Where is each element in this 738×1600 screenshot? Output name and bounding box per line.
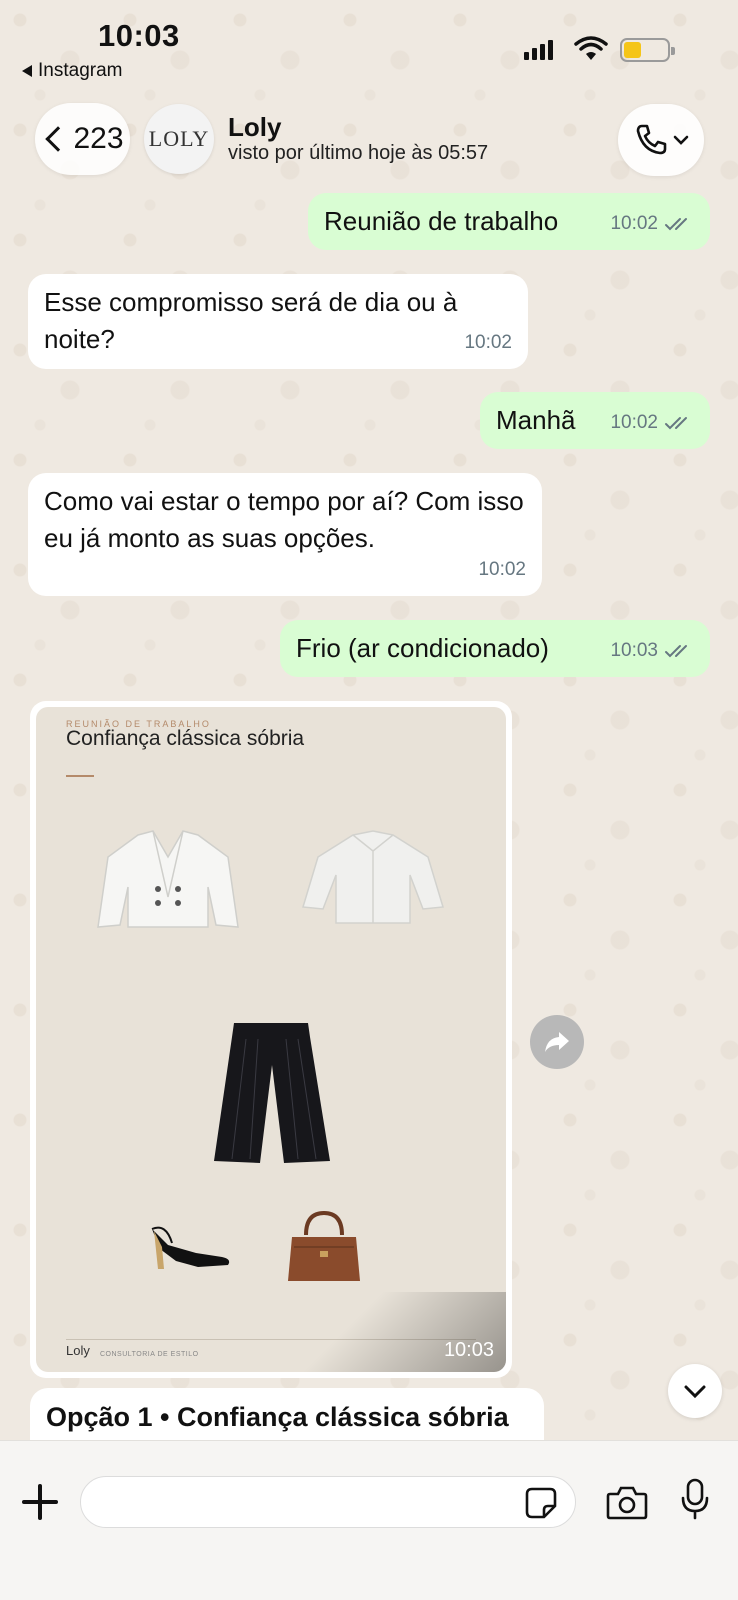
unread-count: 223 <box>73 122 124 155</box>
wifi-icon <box>574 36 608 60</box>
message-time: 10:02 <box>478 559 526 580</box>
image-brand-subtitle: CONSULTORIA DE ESTILO <box>100 1351 199 1358</box>
handbag-icon <box>288 1210 360 1281</box>
message-time: 10:02 <box>610 213 658 234</box>
cellular-signal-icon <box>524 40 553 60</box>
contact-name[interactable]: Loly <box>228 112 281 143</box>
image-time: 10:03 <box>443 1339 494 1361</box>
read-receipt-icon <box>665 644 687 657</box>
back-button[interactable]: 223 <box>35 103 130 175</box>
message-bubble-outgoing[interactable]: Reunião de trabalho 10:02 <box>308 193 710 250</box>
message-text: Esse compromisso será de dia ou à noite? <box>44 287 458 354</box>
read-receipt-icon <box>665 416 687 429</box>
contact-last-seen: visto por último hoje às 05:57 <box>228 142 489 164</box>
phone-icon <box>636 124 667 155</box>
read-receipt-icon <box>665 217 687 230</box>
scroll-to-bottom-button[interactable] <box>668 1364 722 1418</box>
blazer-icon <box>97 830 239 928</box>
microphone-icon[interactable] <box>680 1478 710 1520</box>
back-triangle-icon <box>22 65 32 77</box>
chevron-down-icon <box>673 135 689 145</box>
message-meta: 10:03 <box>610 632 694 669</box>
message-bubble-incoming[interactable]: Esse compromisso será de dia ou à noite?… <box>28 274 528 369</box>
plus-icon[interactable] <box>22 1484 58 1520</box>
chevron-left-icon <box>45 126 72 152</box>
message-meta: 10:02 <box>610 205 694 242</box>
battery-icon <box>620 38 675 62</box>
camera-icon[interactable] <box>606 1484 648 1520</box>
avatar-logo: LOLY <box>148 126 210 151</box>
caption-text: Opção 1 • Confiança clássica sóbria <box>46 1402 509 1432</box>
outfit-image[interactable]: REUNIÃO DE TRABALHO Confiança clássica s… <box>36 707 506 1372</box>
call-button[interactable] <box>618 104 704 176</box>
forward-arrow-icon <box>545 1032 569 1052</box>
message-time: 10:02 <box>464 332 512 353</box>
shirt-icon <box>302 830 444 924</box>
sticker-icon[interactable] <box>524 1486 558 1520</box>
message-meta: 10:02 <box>478 551 526 588</box>
message-time: 10:02 <box>610 412 658 433</box>
message-input[interactable] <box>80 1476 576 1528</box>
back-to-app-link[interactable]: Instagram <box>22 60 122 82</box>
trousers-icon <box>214 1023 330 1163</box>
image-brand: Loly <box>66 1343 90 1358</box>
message-meta: 10:02 <box>464 324 512 361</box>
image-message[interactable]: REUNIÃO DE TRABALHO Confiança clássica s… <box>30 701 512 1378</box>
message-bubble-outgoing[interactable]: Manhã 10:02 <box>480 392 710 449</box>
message-time: 10:03 <box>610 640 658 661</box>
heels-icon <box>151 1226 230 1269</box>
image-divider <box>66 775 94 777</box>
message-bubble-incoming[interactable]: Como vai estar o tempo por aí? Com isso … <box>28 473 542 596</box>
contact-avatar[interactable]: LOLY <box>144 104 214 174</box>
message-text: Como vai estar o tempo por aí? Com isso … <box>44 486 524 553</box>
status-time: 10:03 <box>98 18 180 53</box>
forward-button[interactable] <box>530 1015 584 1069</box>
image-title: Confiança clássica sóbria <box>66 727 305 750</box>
back-app-label: Instagram <box>38 60 123 81</box>
message-meta: 10:02 <box>610 404 694 441</box>
message-bubble-outgoing[interactable]: Frio (ar condicionado) 10:03 <box>280 620 710 677</box>
chevron-down-icon <box>684 1385 706 1399</box>
